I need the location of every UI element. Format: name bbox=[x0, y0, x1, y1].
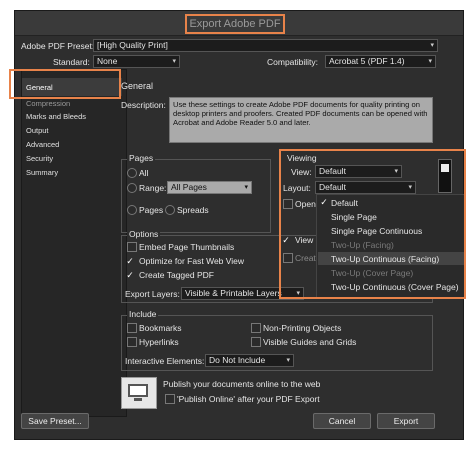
non-printing-checkbox[interactable] bbox=[251, 323, 261, 333]
viewing-highlight-frame bbox=[279, 149, 466, 299]
interactive-elements-value: Do Not Include bbox=[209, 355, 266, 365]
highlight-frame bbox=[9, 69, 121, 99]
chevron-down-icon: ▾ bbox=[286, 357, 290, 364]
chevron-down-icon: ▾ bbox=[244, 184, 248, 191]
chevron-down-icon: ▾ bbox=[428, 58, 432, 65]
interactive-elements-dropdown[interactable]: Do Not Include ▾ bbox=[205, 354, 294, 367]
bookmarks-checkbox[interactable] bbox=[127, 323, 137, 333]
hyperlinks-label: Hyperlinks bbox=[139, 337, 179, 347]
range-radio[interactable] bbox=[127, 183, 137, 193]
sidebar: General Compression Marks and Bleeds Out… bbox=[21, 69, 127, 417]
tagged-pdf-label: Create Tagged PDF bbox=[139, 270, 214, 280]
sidebar-item-output[interactable]: Output bbox=[26, 126, 49, 135]
options-title: Options bbox=[127, 229, 161, 239]
publish-heading: Publish your documents online to the web bbox=[163, 379, 321, 389]
hyperlinks-checkbox[interactable] bbox=[127, 337, 137, 347]
chevron-down-icon: ▾ bbox=[172, 58, 176, 65]
range-field[interactable]: All Pages ▾ bbox=[167, 181, 252, 194]
compatibility-value: Acrobat 5 (PDF 1.4) bbox=[329, 56, 405, 66]
compatibility-dropdown[interactable]: Acrobat 5 (PDF 1.4) ▾ bbox=[325, 55, 436, 68]
export-layers-value: Visible & Printable Layers bbox=[185, 288, 282, 298]
sidebar-item-compression[interactable]: Compression bbox=[26, 99, 70, 108]
compatibility-label: Compatibility: bbox=[267, 57, 319, 67]
interactive-elements-label: Interactive Elements: bbox=[125, 356, 205, 366]
pages-option-label: Pages bbox=[139, 205, 164, 215]
publish-online-icon bbox=[121, 377, 157, 409]
preset-dropdown[interactable]: [High Quality Print] ▾ bbox=[93, 39, 438, 52]
checkmark-icon[interactable]: ✓ bbox=[125, 256, 135, 266]
standard-dropdown[interactable]: None ▾ bbox=[93, 55, 180, 68]
non-printing-label: Non-Printing Objects bbox=[263, 323, 342, 333]
chevron-down-icon: ▾ bbox=[430, 42, 434, 49]
publish-online-checkbox[interactable] bbox=[165, 394, 175, 404]
publish-online-label: 'Publish Online' after your PDF Export bbox=[177, 394, 320, 404]
description-label: Description: bbox=[121, 100, 166, 110]
pages-radio[interactable] bbox=[127, 205, 137, 215]
all-label: All bbox=[139, 168, 149, 178]
embed-thumbnails-label: Embed Page Thumbnails bbox=[139, 242, 235, 252]
embed-thumbnails-checkbox[interactable] bbox=[127, 242, 137, 252]
checkmark-icon[interactable]: ✓ bbox=[125, 270, 135, 280]
optimize-web-label: Optimize for Fast Web View bbox=[139, 256, 245, 266]
standard-value: None bbox=[97, 56, 118, 66]
sidebar-item-summary[interactable]: Summary bbox=[26, 168, 58, 177]
export-button[interactable]: Export bbox=[377, 413, 435, 429]
preset-label: Adobe PDF Preset: bbox=[21, 41, 95, 51]
monitor-stand bbox=[134, 398, 142, 401]
sidebar-item-marks-and-bleeds[interactable]: Marks and Bleeds bbox=[26, 112, 86, 121]
pages-title: Pages bbox=[127, 153, 156, 163]
standard-label: Standard: bbox=[53, 57, 90, 67]
monitor-icon bbox=[128, 384, 148, 397]
all-radio[interactable] bbox=[127, 168, 137, 178]
sidebar-item-security[interactable]: Security bbox=[26, 154, 53, 163]
range-value: All Pages bbox=[171, 182, 207, 192]
include-title: Include bbox=[127, 309, 159, 319]
description-text: Use these settings to create Adobe PDF d… bbox=[169, 97, 433, 143]
sidebar-item-advanced[interactable]: Advanced bbox=[26, 140, 59, 149]
cancel-button[interactable]: Cancel bbox=[313, 413, 371, 429]
window-title: Export Adobe PDF bbox=[185, 14, 285, 34]
export-pdf-dialog: Export Adobe PDF Adobe PDF Preset: [High… bbox=[9, 10, 466, 440]
spreads-radio[interactable] bbox=[165, 205, 175, 215]
preset-value: [High Quality Print] bbox=[97, 40, 168, 50]
visible-guides-checkbox[interactable] bbox=[251, 337, 261, 347]
range-label: Range: bbox=[139, 183, 167, 193]
spreads-label: Spreads bbox=[177, 205, 209, 215]
export-layers-label: Export Layers: bbox=[125, 289, 180, 299]
save-preset-button[interactable]: Save Preset... bbox=[21, 413, 89, 429]
section-title: General bbox=[121, 81, 154, 91]
visible-guides-label: Visible Guides and Grids bbox=[263, 337, 357, 347]
title-bar: Export Adobe PDF bbox=[15, 11, 463, 36]
bookmarks-label: Bookmarks bbox=[139, 323, 182, 333]
